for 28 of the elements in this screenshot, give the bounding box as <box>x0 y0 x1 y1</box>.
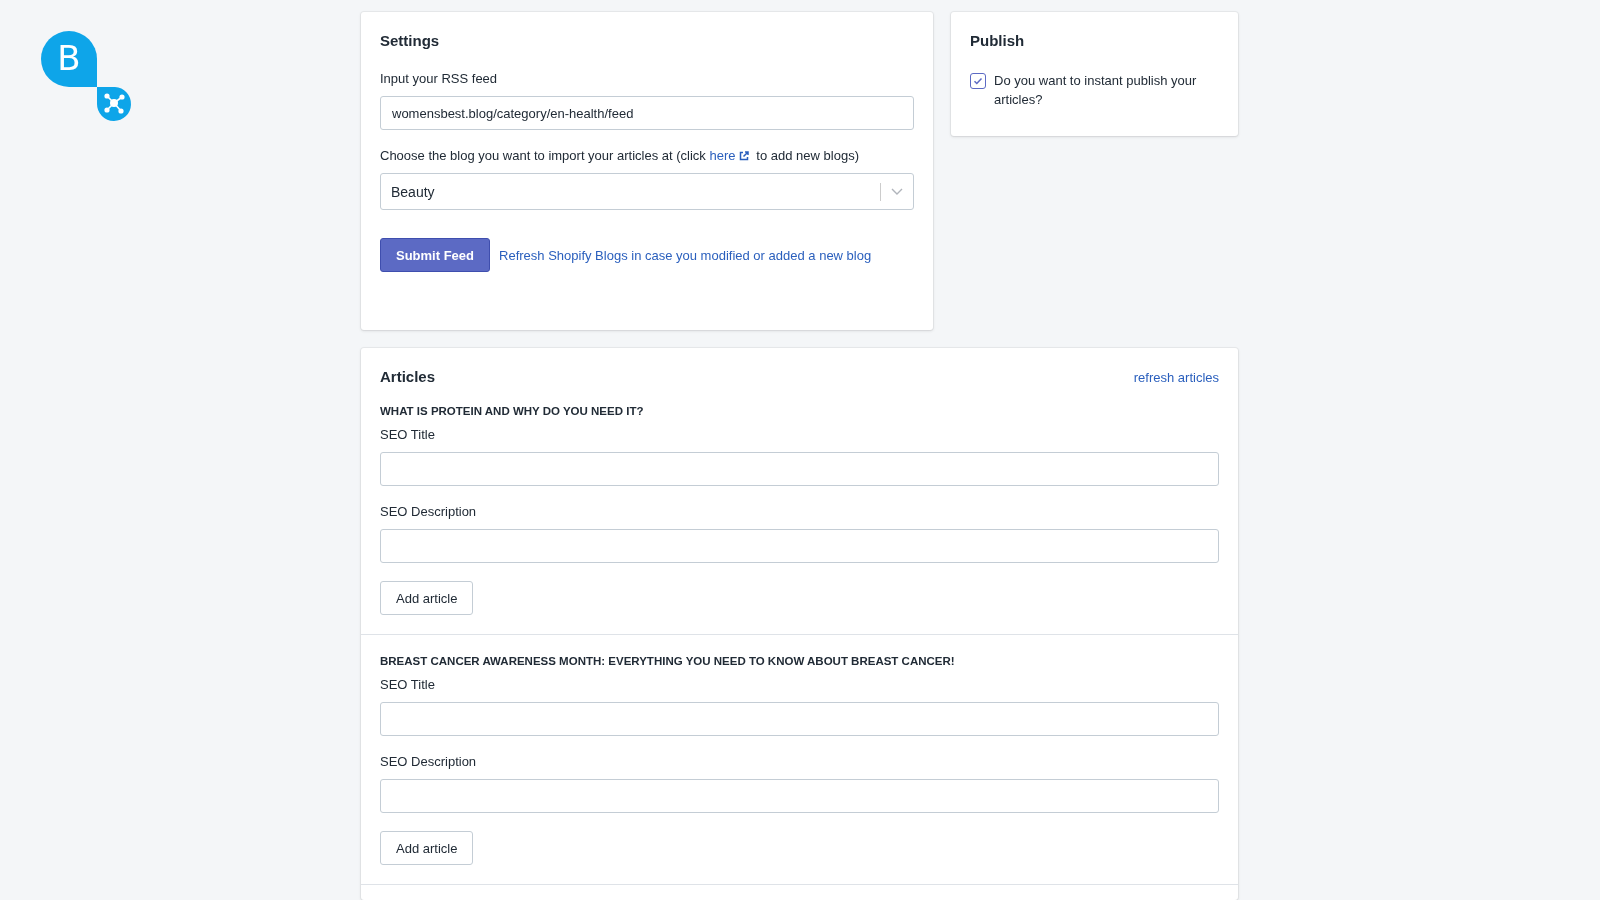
card-title: Publish <box>970 32 1026 49</box>
seo-title-field[interactable] <box>380 452 1219 486</box>
instant-publish-checkbox[interactable] <box>970 73 986 89</box>
refresh-articles-link[interactable]: refresh articles <box>1133 370 1219 385</box>
field-label: SEO Title <box>380 427 436 442</box>
rss-feed-field[interactable]: womensbest.blog/category/en-health/feed <box>380 96 914 130</box>
field-label: SEO Description <box>380 504 478 519</box>
external-link-icon <box>739 151 750 161</box>
seo-description-field[interactable] <box>380 779 1219 813</box>
submit-feed-button[interactable]: Submit Feed <box>380 238 490 272</box>
field-label: SEO Description <box>380 754 478 769</box>
seo-description-field[interactable] <box>380 529 1219 563</box>
here-link[interactable]: here <box>709 148 736 163</box>
article-title: BREAST CANCER AWARENESS MONTH: EVERYTHING YOU NEED TO KNOW ABOUT BREAST CANCER! <box>380 655 956 667</box>
card-title: Settings <box>380 32 441 49</box>
card-title: Articles <box>380 368 436 385</box>
field-label: Input your RSS feed <box>380 71 499 86</box>
seo-title-field[interactable] <box>380 702 1219 736</box>
field-label: Choose the blog you want to import your articles at (click here to add new blogs) <box>380 148 860 163</box>
checkbox-label: Do you want to instant publish your articles? <box>994 72 1198 109</box>
chevron-down-icon <box>891 187 903 196</box>
article-title: WHAT IS PROTEIN AND WHY DO YOU NEED IT? <box>380 405 645 417</box>
refresh-blogs-link[interactable]: Refresh Shopify Blogs in case you modified or added a new blog <box>499 247 872 263</box>
blog-select[interactable]: Beauty <box>380 173 914 210</box>
field-label: SEO Title <box>380 677 436 692</box>
checkmark-icon <box>973 76 983 86</box>
add-article-button[interactable]: Add article <box>380 831 474 865</box>
add-article-button[interactable]: Add article <box>380 581 474 615</box>
